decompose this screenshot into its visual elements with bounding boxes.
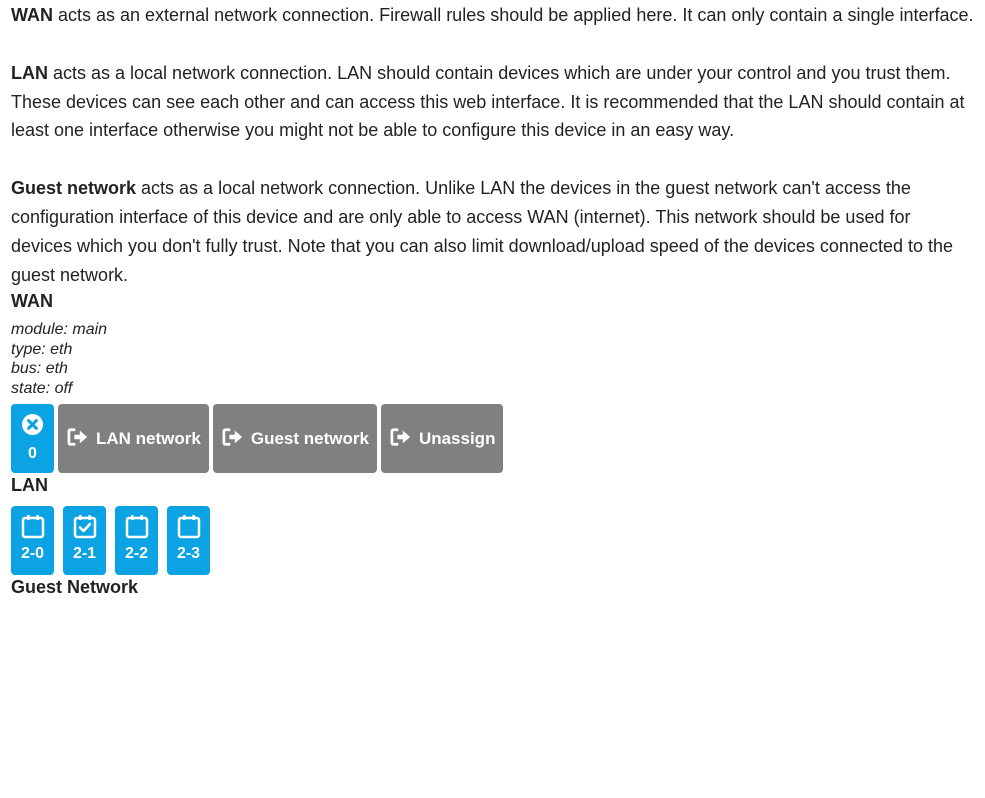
guest-heading: Guest Network xyxy=(11,577,139,598)
lan-description: LAN acts as a local network connection. … xyxy=(11,59,974,145)
wan-term: WAN xyxy=(11,5,53,25)
checkbox-unchecked-icon xyxy=(21,515,44,539)
guest-term: Guest network xyxy=(11,178,137,199)
wan-interface-0[interactable]: 0 xyxy=(11,404,54,474)
lan-interface-row: 2-0 2-1 2-2 2-3 xyxy=(11,506,974,576)
checkbox-checked-icon xyxy=(73,515,96,539)
lan-description-text: acts as a local network connection. LAN … xyxy=(11,62,965,141)
wan-info-type: type: eth xyxy=(11,340,73,358)
wan-interface-info: module: main type: eth bus: eth state: o… xyxy=(11,320,974,398)
move-to-lan-label: LAN network xyxy=(96,428,201,448)
guest-description: Guest network acts as a local network co… xyxy=(11,174,974,289)
wan-interface-label: 0 xyxy=(28,445,37,463)
wan-description-text: acts as an external network connection. … xyxy=(53,5,974,25)
move-to-guest-button[interactable]: Guest network xyxy=(212,404,377,474)
wan-heading: WAN xyxy=(11,291,53,312)
wan-info-bus: bus: eth xyxy=(11,360,68,378)
lan-interface-label: 2-1 xyxy=(72,545,97,563)
lan-interface-label: 2-2 xyxy=(124,545,149,563)
guest-description-text: acts as a local network connection. Unli… xyxy=(11,178,954,285)
move-to-guest-label: Guest network xyxy=(250,428,369,448)
lan-interface-2-2[interactable]: 2-2 xyxy=(115,506,158,576)
network-interfaces-page: WAN acts as an external network connecti… xyxy=(0,1,985,599)
wan-info-state: state: off xyxy=(11,379,73,397)
unassign-button[interactable]: Unassign xyxy=(380,404,504,474)
lan-interface-2-1[interactable]: 2-1 xyxy=(63,506,106,576)
sign-out-icon xyxy=(390,428,411,446)
lan-interface-2-3[interactable]: 2-3 xyxy=(167,506,210,576)
sign-out-icon xyxy=(222,428,242,446)
wan-button-row: 0 LAN network Guest network Unassign xyxy=(11,404,974,474)
lan-interface-label: 2-0 xyxy=(20,545,45,563)
sign-out-icon xyxy=(67,428,88,446)
lan-heading: LAN xyxy=(11,475,48,496)
lan-interface-label: 2-3 xyxy=(176,545,201,563)
wan-description: WAN acts as an external network connecti… xyxy=(11,1,974,30)
close-circle-icon xyxy=(21,414,44,436)
unassign-label: Unassign xyxy=(418,428,496,448)
checkbox-unchecked-icon xyxy=(177,515,200,539)
lan-interface-2-0[interactable]: 2-0 xyxy=(11,506,54,576)
wan-info-module: module: main xyxy=(11,321,108,339)
lan-term: LAN xyxy=(11,62,48,83)
move-to-lan-button[interactable]: LAN network xyxy=(58,404,209,474)
checkbox-unchecked-icon xyxy=(125,515,148,539)
